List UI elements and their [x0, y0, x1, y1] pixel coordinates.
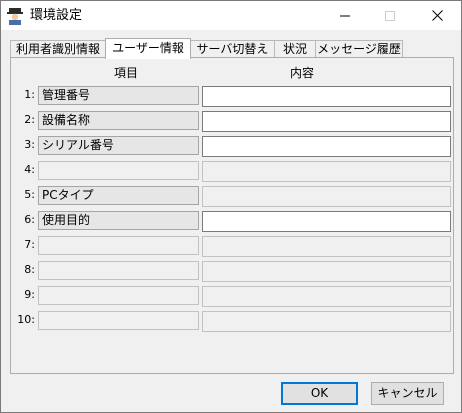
row-number: 7: [24, 238, 35, 251]
row-number: 4: [24, 163, 35, 176]
content-input [202, 261, 451, 282]
content-input[interactable] [202, 111, 451, 132]
item-label-field: 管理番号 [38, 86, 199, 105]
content-input [202, 286, 451, 307]
content-input [202, 311, 451, 332]
content-input [202, 236, 451, 257]
settings-window: 環境設定 利用者識別情報 ユーザー情報 サーバ切替え 状況 メッセージ履歴 項目… [0, 0, 462, 413]
window-title: 環境設定 [30, 8, 83, 23]
item-label-field: 使用目的 [38, 211, 199, 230]
user-info-panel: 項目 内容 1: 管理番号 2: 設備名称 3: シリアル番号 4: 5: PCタイプ 6: 使用目… [10, 57, 454, 374]
row-number: 9: [24, 288, 35, 301]
row-number: 3: [24, 138, 35, 151]
minimize-icon [339, 15, 350, 16]
maximize-icon [384, 10, 395, 21]
item-label-field [38, 286, 199, 305]
content-input[interactable] [202, 136, 451, 157]
tab-server-switch[interactable]: サーバ切替え [190, 40, 275, 58]
row-number: 10: [17, 313, 35, 326]
row-number: 5: [24, 188, 35, 201]
row-number: 6: [24, 213, 35, 226]
tab-user-identification[interactable]: 利用者識別情報 [10, 40, 106, 58]
row-number: 2: [24, 113, 35, 126]
row-number: 8: [24, 263, 35, 276]
item-label-field: PCタイプ [38, 186, 199, 205]
title-bar[interactable]: 環境設定 [1, 1, 461, 30]
content-input[interactable] [202, 211, 451, 232]
tab-status[interactable]: 状況 [274, 40, 316, 58]
tab-user-info[interactable]: ユーザー情報 [105, 38, 191, 59]
item-label-field [38, 236, 199, 255]
maximize-button [367, 1, 412, 30]
column-header-item: 項目 [114, 66, 139, 80]
close-button[interactable] [414, 1, 461, 30]
item-label-field [38, 261, 199, 280]
app-icon [6, 7, 24, 25]
item-label-field: シリアル番号 [38, 136, 199, 155]
content-input [202, 161, 451, 182]
item-label-field: 設備名称 [38, 111, 199, 130]
ok-button[interactable]: OK [281, 382, 358, 405]
content-input[interactable] [202, 86, 451, 107]
close-icon [432, 10, 443, 21]
content-input [202, 186, 451, 207]
tab-message-history[interactable]: メッセージ履歴 [315, 40, 403, 58]
item-label-field [38, 311, 199, 330]
row-number: 1: [24, 88, 35, 101]
item-label-field [38, 161, 199, 180]
column-header-content: 内容 [290, 66, 315, 80]
minimize-button[interactable] [322, 1, 367, 30]
cancel-button[interactable]: キャンセル [371, 382, 444, 405]
